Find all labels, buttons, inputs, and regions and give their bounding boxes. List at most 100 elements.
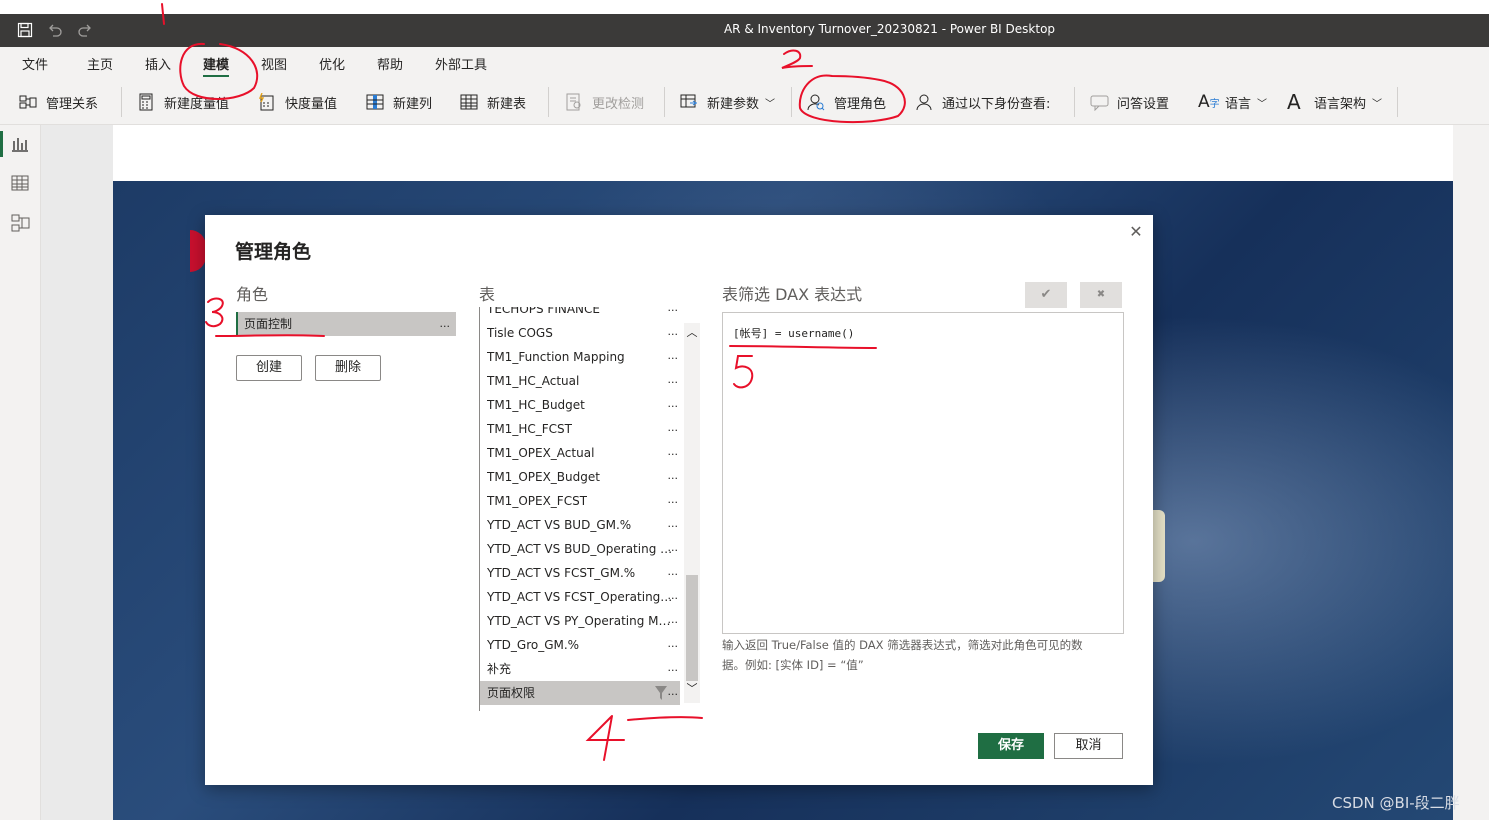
dax-header: 表筛选 DAX 表达式: [722, 285, 863, 304]
change-detection-button[interactable]: 更改检测: [565, 92, 644, 112]
help-text: 输入返回 True/False 值的 DAX 筛选器表达式，筛选对此角色可见的数…: [722, 638, 1083, 672]
active-view-indicator: [0, 131, 3, 157]
new-measure-button[interactable]: 新建度量值: [137, 92, 229, 112]
new-measure-label: 新建度量值: [164, 96, 230, 112]
manage-relations-button[interactable]: 管理关系: [19, 92, 98, 112]
table-row-selected[interactable]: 页面权限 ...: [480, 681, 680, 705]
scroll-up-icon[interactable]: ︿: [684, 325, 700, 341]
view-as-icon: [915, 93, 933, 111]
model-view-icon[interactable]: [9, 212, 31, 234]
quick-measure-label: 快度量值: [285, 96, 338, 112]
table-row[interactable]: YTD_ACT VS FCST_Operating Marg...: [480, 585, 680, 609]
table-row[interactable]: YTD_ACT VS BUD_GM.%...: [480, 513, 680, 537]
view-as-button[interactable]: 通过以下身份查看:: [915, 92, 1050, 112]
chevron-down-icon: ﹀: [765, 98, 776, 110]
table-row[interactable]: TM1_OPEX_Actual...: [480, 441, 680, 465]
title-bar: AR & Inventory Turnover_20230821 - Power…: [0, 14, 1489, 47]
manage-relations-label: 管理关系: [46, 96, 99, 112]
menu-modeling[interactable]: 建模: [203, 54, 230, 77]
canvas-right-margin: [1453, 125, 1489, 820]
tables-header: 表: [479, 285, 496, 304]
create-role-button[interactable]: 创建: [236, 355, 302, 381]
role-more-icon[interactable]: ...: [440, 312, 451, 336]
role-item-label: 页面控制: [244, 317, 293, 331]
table-row[interactable]: YTD_Gro_GM.%...: [480, 633, 680, 657]
dialog-title: 管理角色: [235, 241, 312, 263]
table-row[interactable]: TM1_Function Mapping...: [480, 345, 680, 369]
linguistic-schema-button[interactable]: A 语言架构 ﹀: [1287, 92, 1382, 112]
new-column-button[interactable]: 新建列: [366, 92, 432, 112]
new-table-label: 新建表: [487, 96, 527, 112]
tables-list: TECHOPS FINANCE... Tisle COGS... TM1_Fun…: [479, 307, 685, 711]
menu-home[interactable]: 主页: [87, 54, 113, 73]
chevron-down-icon: ﹀: [1257, 98, 1268, 110]
report-view-icon[interactable]: [9, 133, 31, 155]
table-icon: [460, 93, 478, 111]
table-row[interactable]: TM1_OPEX_Budget...: [480, 465, 680, 489]
delete-role-button[interactable]: 删除: [315, 355, 381, 381]
menu-view[interactable]: 视图: [261, 54, 287, 73]
manage-roles-dialog: 管理角色 ✕ 角色 表 表筛选 DAX 表达式 页面控制 ... 创建 删除 T…: [205, 215, 1153, 785]
font-a-icon: A: [1287, 90, 1301, 114]
menu-bar: 文件 主页 插入 建模 视图 优化 帮助 外部工具: [0, 47, 1489, 79]
table-column-icon: [366, 93, 384, 111]
menu-optimize[interactable]: 优化: [319, 54, 345, 73]
page-header-area: [113, 125, 1453, 181]
scroll-down-icon[interactable]: ﹀: [684, 681, 700, 697]
roles-header: 角色: [236, 285, 269, 304]
manage-roles-button[interactable]: 管理角色: [807, 92, 886, 112]
watermark: CSDN @BI-段二胖: [1332, 794, 1460, 812]
confirm-expression-button[interactable]: ✔: [1025, 282, 1067, 308]
scrollbar-thumb[interactable]: [686, 575, 698, 681]
new-parameter-label: 新建参数: [707, 96, 760, 112]
window-title: AR & Inventory Turnover_20230821 - Power…: [723, 22, 1056, 36]
view-as-label: 通过以下身份查看:: [942, 96, 1051, 112]
menu-external-tools[interactable]: 外部工具: [435, 54, 487, 73]
cancel-button[interactable]: 取消: [1054, 733, 1123, 759]
relationship-icon: [19, 93, 37, 111]
menu-file[interactable]: 文件: [22, 54, 48, 73]
manage-roles-icon: [807, 93, 825, 111]
table-row[interactable]: YTD_ACT VS FCST_GM.%...: [480, 561, 680, 585]
new-table-button[interactable]: 新建表: [460, 92, 526, 112]
calculator-icon: [137, 93, 155, 111]
parameter-icon: [680, 93, 698, 111]
filter-icon: [654, 685, 668, 709]
data-view-icon[interactable]: [9, 172, 31, 194]
dax-expression-text: [帐号] = username(): [733, 327, 855, 340]
quick-calculator-icon: [258, 92, 276, 111]
table-row[interactable]: Tisle COGS...: [480, 321, 680, 345]
manage-roles-label: 管理角色: [834, 96, 887, 112]
dax-expression-editor[interactable]: [帐号] = username(): [722, 312, 1124, 634]
new-column-label: 新建列: [393, 96, 433, 112]
close-icon[interactable]: ✕: [1125, 221, 1147, 243]
discard-expression-button[interactable]: ✖: [1080, 282, 1122, 308]
badge-fragment: [1153, 510, 1165, 582]
language-label: 语言: [1225, 96, 1252, 112]
change-detection-icon: [565, 93, 583, 111]
qa-setup-button[interactable]: 问答设置: [1090, 92, 1169, 112]
chat-icon: [1090, 93, 1109, 112]
qa-setup-label: 问答设置: [1117, 96, 1170, 112]
table-row[interactable]: TM1_OPEX_FCST...: [480, 489, 680, 513]
view-rail: [0, 125, 41, 820]
menu-insert[interactable]: 插入: [145, 54, 171, 73]
new-parameter-button[interactable]: 新建参数 ﹀: [680, 92, 775, 112]
menu-help[interactable]: 帮助: [377, 54, 403, 73]
linguistic-schema-label: 语言架构: [1314, 96, 1367, 112]
table-row[interactable]: YTD_ACT VS PY_Operating Margi...: [480, 609, 680, 633]
ribbon: 管理关系 新建度量值 快度量值 新建列 新建表 更改检测 新建参数 ﹀ 管理角色…: [0, 79, 1489, 125]
table-row[interactable]: TM1_HC_FCST...: [480, 417, 680, 441]
table-row[interactable]: TM1_HC_Actual...: [480, 369, 680, 393]
table-row[interactable]: TM1_HC_Budget...: [480, 393, 680, 417]
quick-measure-button[interactable]: 快度量值: [258, 92, 337, 112]
table-row[interactable]: TECHOPS FINANCE...: [480, 307, 680, 321]
chevron-down-icon: ﹀: [1372, 98, 1383, 110]
language-button[interactable]: A字 语言 ﹀: [1198, 92, 1267, 112]
save-button[interactable]: 保存: [978, 733, 1044, 759]
role-item[interactable]: 页面控制 ...: [236, 312, 456, 336]
language-icon: A字: [1198, 92, 1220, 112]
change-detection-label: 更改检测: [592, 96, 645, 112]
table-row[interactable]: YTD_ACT VS BUD_Operating Margi...: [480, 537, 680, 561]
table-row[interactable]: 补充...: [480, 657, 680, 681]
